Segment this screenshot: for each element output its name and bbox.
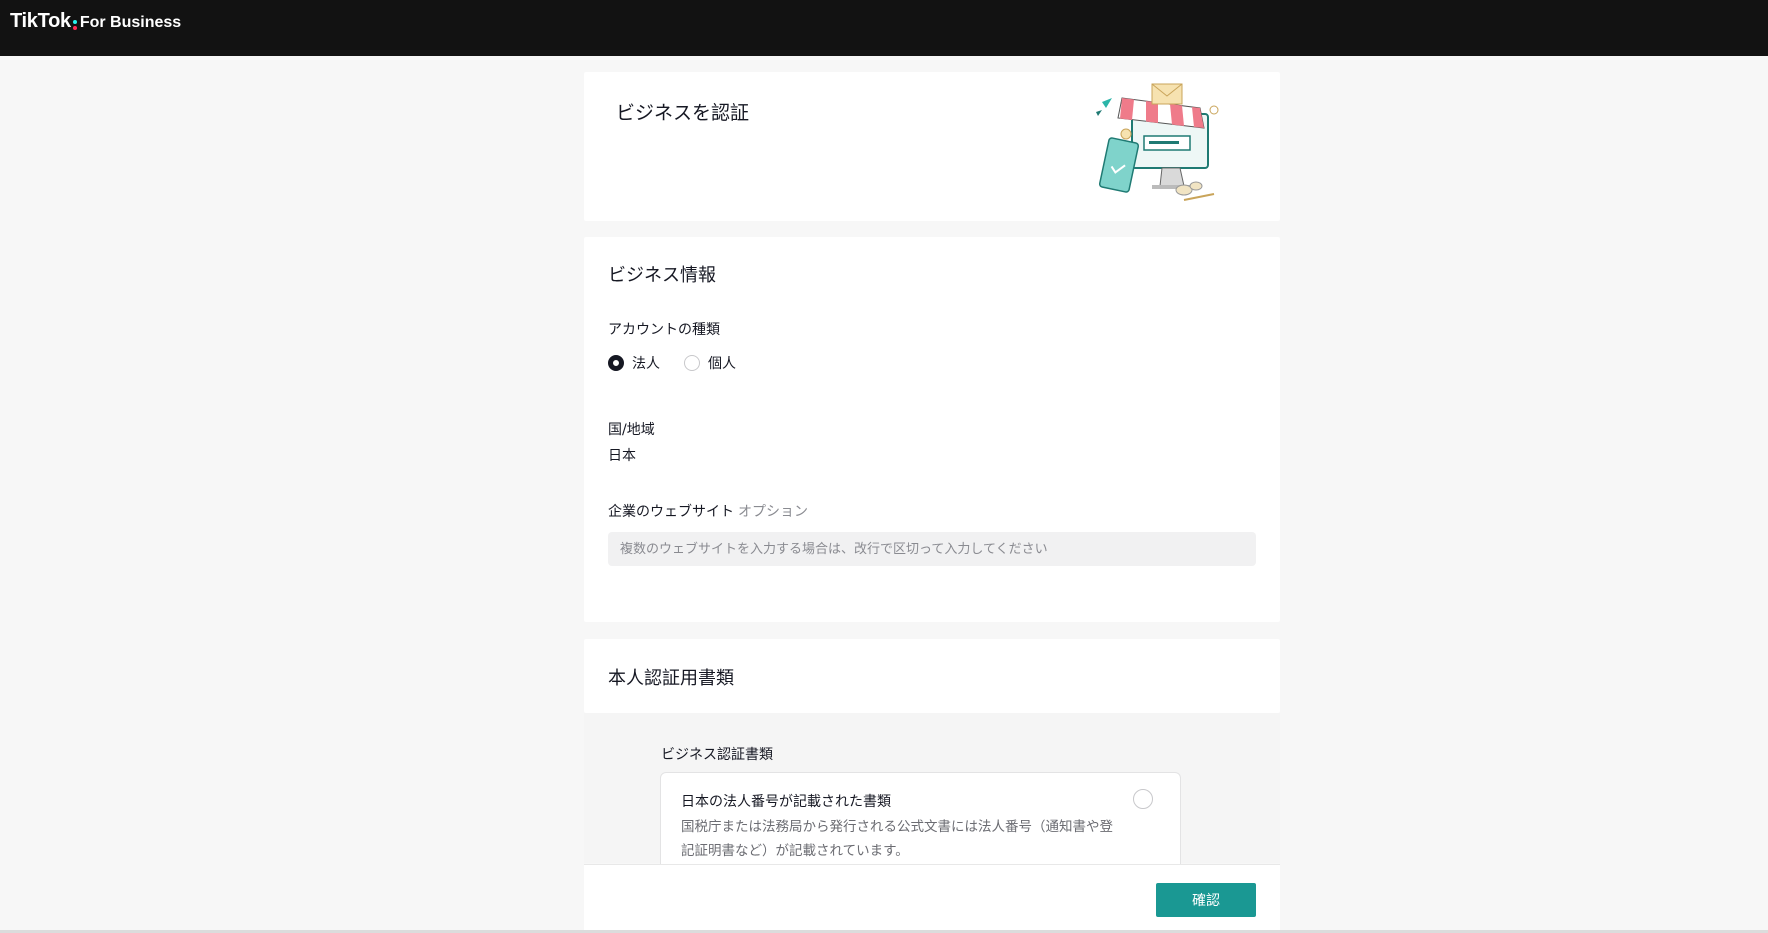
doc-option-radio[interactable]: [1133, 789, 1153, 809]
id-documents-card: 本人認証用書類: [584, 639, 1280, 713]
business-info-card: ビジネス情報 アカウントの種類 法人 個人 国/地域 日本 企業のウェブサイトオ…: [584, 237, 1280, 622]
country-label: 国/地域: [608, 422, 655, 438]
doc-option-title: 日本の法人番号が記載された書類: [681, 794, 891, 810]
radio-corporate-label: 法人: [632, 356, 660, 372]
radio-individual[interactable]: 個人: [684, 353, 736, 373]
doc-option-description: 国税庁または法務局から発行される公式文書には法人番号（通知書や登記証明書など）が…: [681, 819, 1113, 859]
radio-checked-icon: [608, 355, 624, 371]
logo-product: For Business: [79, 14, 182, 31]
website-label: 企業のウェブサイト オプション: [608, 501, 808, 521]
country-value: 日本: [608, 448, 636, 464]
account-type-radio-group: 法人 個人: [608, 353, 760, 373]
storefront-illustration-icon: [1096, 83, 1219, 201]
radio-unchecked-icon: [684, 355, 700, 371]
id-documents-title: 本人認証用書類: [608, 668, 734, 689]
website-optional-tag: オプション: [738, 504, 808, 520]
radio-corporate[interactable]: 法人: [608, 353, 660, 373]
action-footer: 確認: [584, 864, 1280, 933]
page-title: ビジネスを認証: [616, 102, 750, 124]
website-label-text: 企業のウェブサイト: [608, 504, 734, 520]
top-navigation-bar: TikTok For Business: [0, 0, 1768, 56]
website-input[interactable]: [608, 532, 1256, 566]
business-doc-heading: ビジネス認証書類: [661, 747, 773, 763]
account-type-label: アカウントの種類: [608, 322, 720, 338]
confirm-button[interactable]: 確認: [1156, 883, 1256, 917]
tiktok-for-business-logo[interactable]: TikTok For Business: [10, 10, 181, 33]
radio-individual-label: 個人: [708, 356, 736, 372]
document-selection-area: ビジネス認証書類 日本の法人番号が記載された書類 国税庁または法務局から発行され…: [584, 713, 1280, 892]
business-info-title: ビジネス情報: [608, 265, 716, 286]
logo-brand: TikTok: [10, 10, 71, 32]
verify-business-card: ビジネスを認証: [584, 72, 1280, 221]
logo-dot-icon: [72, 20, 77, 24]
